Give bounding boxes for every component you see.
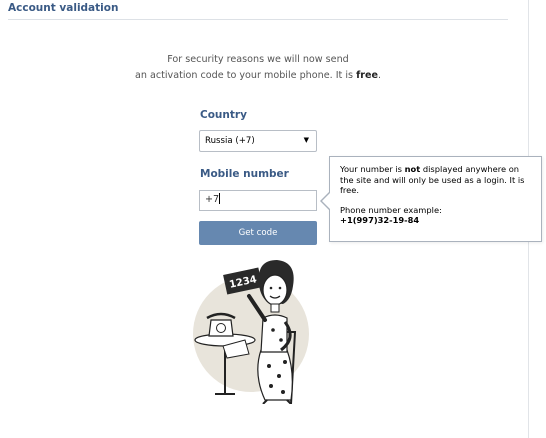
dress-dot (267, 364, 271, 368)
tooltip-example-number-text: +1(997)32-19-84 (340, 215, 420, 225)
phone-tooltip: Your number is not displayed anywhere on… (329, 156, 542, 242)
dress-dot (271, 328, 275, 332)
tooltip-pointer-fill (322, 193, 330, 209)
text-cursor (219, 193, 221, 204)
country-select-value: Russia (+7) (205, 136, 255, 146)
mobile-number-label: Mobile number (200, 168, 289, 180)
dress-skirt (257, 349, 293, 401)
dropdown-arrow-icon: ▼ (303, 136, 309, 144)
dress-dot (279, 338, 283, 342)
country-label: Country (200, 109, 247, 121)
intro-line-2-prefix: an activation code to your mobile phone.… (134, 70, 357, 81)
dress-dot (269, 384, 273, 388)
dress-dot (281, 390, 285, 394)
rotary-phone-body (208, 319, 234, 337)
neck (270, 303, 280, 313)
intro-line-1: For security reasons we will now send (167, 54, 349, 65)
woman-phone-illustration: 1234 (193, 260, 309, 404)
face (262, 274, 288, 306)
intro-line-2-suffix: . (377, 70, 382, 81)
intro-line-2: an activation code to your mobile phone.… (0, 68, 516, 84)
country-select[interactable]: Russia (+7) ▼ (199, 130, 317, 152)
tooltip-example-number: +1(997)32-19-84 (340, 215, 531, 226)
tooltip-example-label: Phone number example: (340, 204, 442, 215)
title-divider (8, 19, 508, 20)
eye (269, 286, 273, 290)
page-title: Account validation (8, 2, 119, 14)
eye (278, 286, 282, 290)
mobile-number-value: +7 (205, 194, 220, 205)
get-code-button[interactable]: Get code (199, 221, 317, 245)
dress-dot (277, 374, 281, 378)
dress-dot (283, 360, 287, 364)
tooltip-text-bold: not (404, 164, 421, 174)
intro-free-emphasis: free (356, 70, 378, 81)
tooltip-privacy-text: Your number is not displayed anywhere on… (340, 164, 531, 196)
tooltip-text-prefix: Your number is (340, 164, 405, 174)
mobile-number-input[interactable]: +7 (199, 190, 317, 211)
intro-text: For security reasons we will now send an… (0, 52, 516, 84)
